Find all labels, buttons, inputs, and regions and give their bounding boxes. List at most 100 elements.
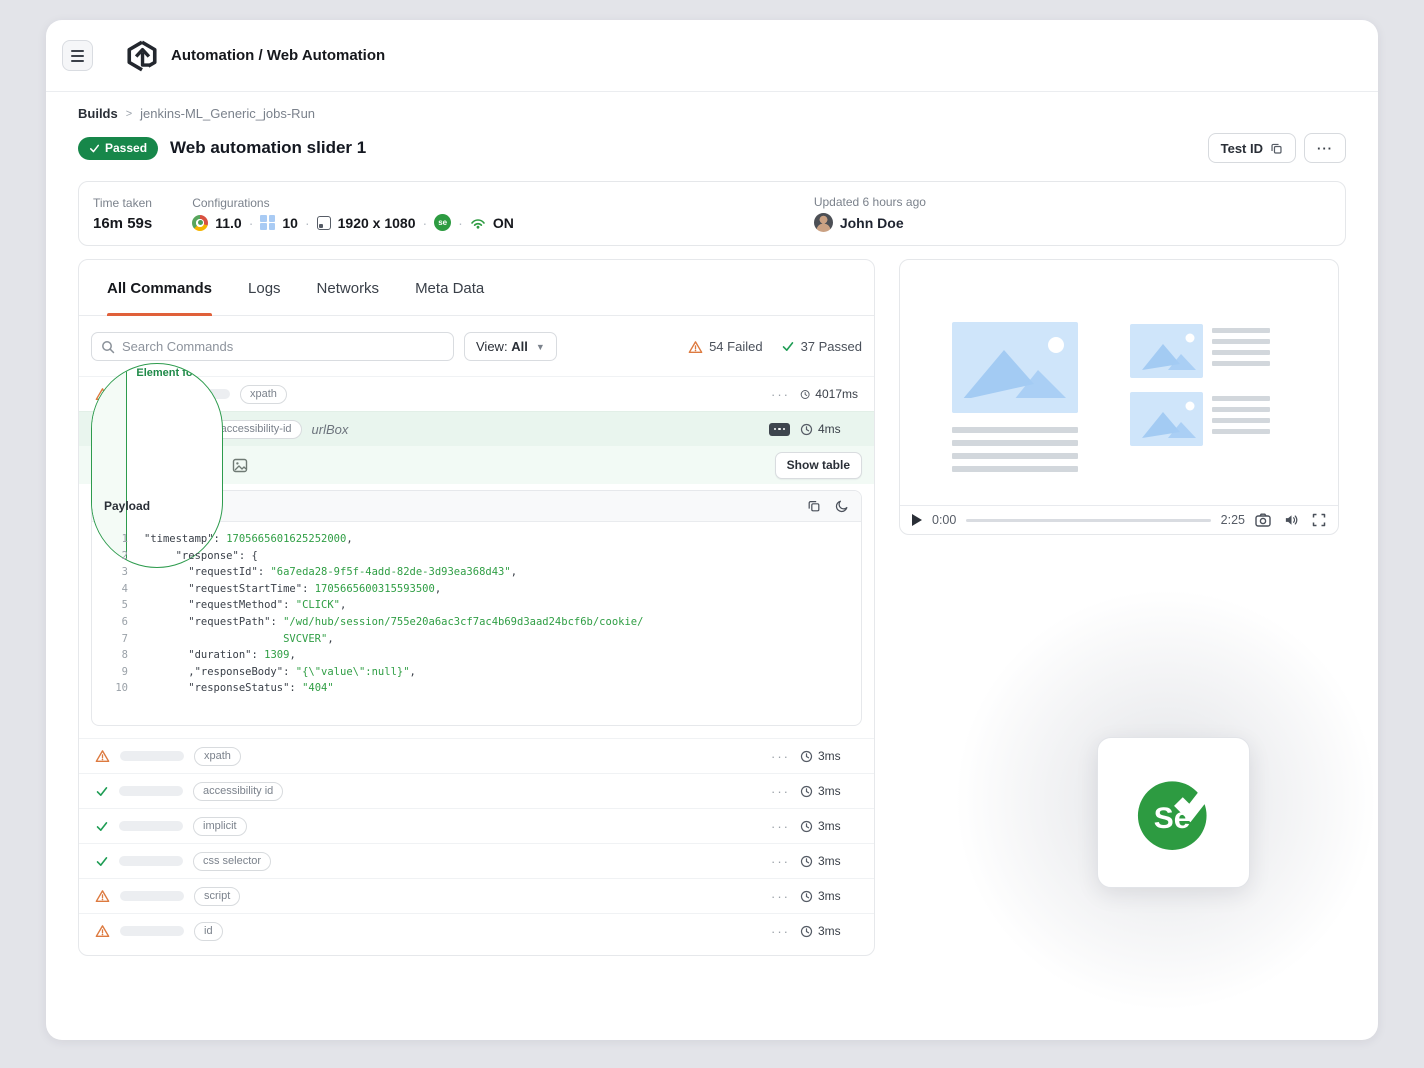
more-actions-icon[interactable]: ··· — [771, 854, 790, 869]
line-number: 6 — [92, 614, 128, 631]
passed-count: 37 Passed — [781, 339, 862, 354]
fullscreen-icon[interactable] — [1312, 513, 1326, 527]
clock-icon — [800, 855, 813, 868]
locator-type-badge: script — [194, 887, 240, 906]
command-duration: 3ms — [818, 924, 841, 938]
breadcrumb-builds-link[interactable]: Builds — [78, 106, 118, 121]
more-actions-icon[interactable]: ··· — [771, 889, 790, 904]
clock-icon — [800, 750, 813, 763]
main-window: Automation / Web Automation Builds > jen… — [46, 20, 1378, 1040]
command-duration: 4017ms — [815, 387, 858, 401]
command-name-skeleton — [119, 786, 183, 796]
command-name-skeleton — [120, 891, 184, 901]
command-name-skeleton — [119, 856, 183, 866]
payload-code: 1"timestamp": 1705665601625252000,2 "res… — [92, 522, 861, 725]
video-player-card: 0:00 2:25 — [899, 259, 1339, 535]
search-commands-input[interactable] — [122, 339, 444, 354]
browser-version: 11.0 — [215, 215, 241, 231]
line-number: 10 — [92, 680, 128, 697]
command-row[interactable]: css selector···3ms — [79, 843, 874, 878]
tab-networks[interactable]: Networks — [317, 280, 380, 315]
app-title: Automation / Web Automation — [171, 47, 385, 64]
code-line: 1"timestamp": 1705665601625252000, — [92, 531, 861, 548]
hamburger-menu-button[interactable] — [62, 40, 93, 71]
selenium-icon: se — [434, 214, 451, 231]
command-duration: 3ms — [818, 889, 841, 903]
clock-icon — [800, 890, 813, 903]
command-row[interactable]: accessibility id···3ms — [79, 773, 874, 808]
resolution-value: 1920 x 1080 — [338, 215, 416, 231]
code-line: 2 "response": { — [92, 548, 861, 565]
command-name-skeleton — [120, 751, 184, 761]
time-taken-label: Time taken — [93, 196, 152, 210]
code-line: 10 "responseStatus": "404" — [92, 680, 861, 697]
video-controls-bar: 0:00 2:25 — [900, 505, 1338, 534]
updated-label: Updated 6 hours ago — [814, 195, 926, 209]
failed-count: 54 Failed — [688, 339, 762, 354]
check-icon — [89, 143, 100, 154]
locator-type-badge: xpath — [194, 747, 241, 766]
run-info-bar: Time taken 16m 59s Configurations 11.0 ·… — [78, 181, 1346, 246]
image-placeholder — [952, 322, 1078, 413]
tab-bar: All Commands Logs Networks Meta Data — [79, 260, 874, 316]
dark-mode-moon-icon[interactable] — [835, 499, 849, 513]
more-actions-icon[interactable]: ··· — [771, 749, 790, 764]
clock-icon — [800, 925, 813, 938]
tab-meta-data[interactable]: Meta Data — [415, 280, 484, 315]
command-duration: 3ms — [818, 784, 841, 798]
line-number: 1 — [92, 531, 128, 548]
breadcrumb: Builds > jenkins-ML_Generic_jobs-Run — [78, 106, 1346, 121]
warning-icon — [95, 889, 110, 903]
volume-icon[interactable] — [1284, 513, 1299, 527]
search-commands-box[interactable] — [91, 332, 454, 361]
command-row[interactable]: script ··· 3ms — [79, 878, 874, 913]
show-table-button[interactable]: Show table — [775, 452, 862, 479]
line-number: 7 — [92, 631, 128, 648]
image-placeholder — [1130, 324, 1203, 378]
copy-icon — [1270, 142, 1283, 155]
command-row[interactable]: implicit···3ms — [79, 808, 874, 843]
command-row[interactable]: xpath···3ms — [79, 738, 874, 773]
more-actions-icon[interactable]: ··· — [771, 784, 790, 799]
view-filter-dropdown[interactable]: View: All ▼ — [464, 332, 557, 361]
warning-icon — [95, 749, 110, 763]
top-bar: Automation / Web Automation — [46, 20, 1378, 92]
code-line: 5 "requestMethod": "CLICK", — [92, 597, 861, 614]
clock-icon — [800, 820, 813, 833]
tab-logs[interactable]: Logs — [248, 280, 281, 315]
page-title: Web automation slider 1 — [170, 138, 366, 158]
screenshot-image-icon[interactable] — [232, 458, 248, 473]
user-avatar — [814, 213, 833, 232]
warning-icon — [688, 340, 703, 354]
network-state: ON — [493, 215, 514, 231]
more-actions-icon[interactable]: ··· — [771, 924, 790, 939]
copy-icon[interactable] — [807, 499, 821, 513]
check-icon — [781, 340, 795, 353]
code-line: 3 "requestId": "6a7eda28-9f5f-4add-82de-… — [92, 564, 861, 581]
locator-type-badge: css selector — [193, 852, 271, 871]
clock-icon — [800, 785, 813, 798]
chrome-browser-icon — [192, 215, 208, 231]
video-seek-bar[interactable] — [966, 519, 1210, 522]
tab-all-commands[interactable]: All Commands — [107, 280, 212, 315]
play-button[interactable] — [912, 514, 922, 526]
line-number: 9 — [92, 664, 128, 681]
more-actions-icon[interactable]: ··· — [771, 387, 790, 402]
windows-os-icon — [260, 215, 275, 230]
code-line: 6 "requestPath": "/wd/hub/session/755e20… — [92, 614, 861, 631]
command-result-row: 200 Element found Show table — [79, 446, 874, 484]
time-taken-value: 16m 59s — [93, 215, 152, 232]
line-number: 5 — [92, 597, 128, 614]
locator-type-badge: xpath — [240, 385, 287, 404]
current-time: 0:00 — [932, 513, 956, 527]
test-id-button[interactable]: Test ID — [1208, 133, 1296, 163]
payload-title: Payload — [104, 499, 150, 513]
more-actions-chip[interactable] — [769, 423, 790, 436]
user-name: John Doe — [840, 215, 904, 231]
more-options-button[interactable]: ··· — [1304, 133, 1346, 163]
more-actions-icon[interactable]: ··· — [771, 819, 790, 834]
commands-panel: All Commands Logs Networks Meta Data Vie… — [78, 259, 875, 956]
command-row[interactable]: id···3ms — [79, 913, 874, 948]
chevron-down-icon: ▼ — [536, 342, 545, 352]
camera-screenshot-icon[interactable] — [1255, 513, 1271, 527]
